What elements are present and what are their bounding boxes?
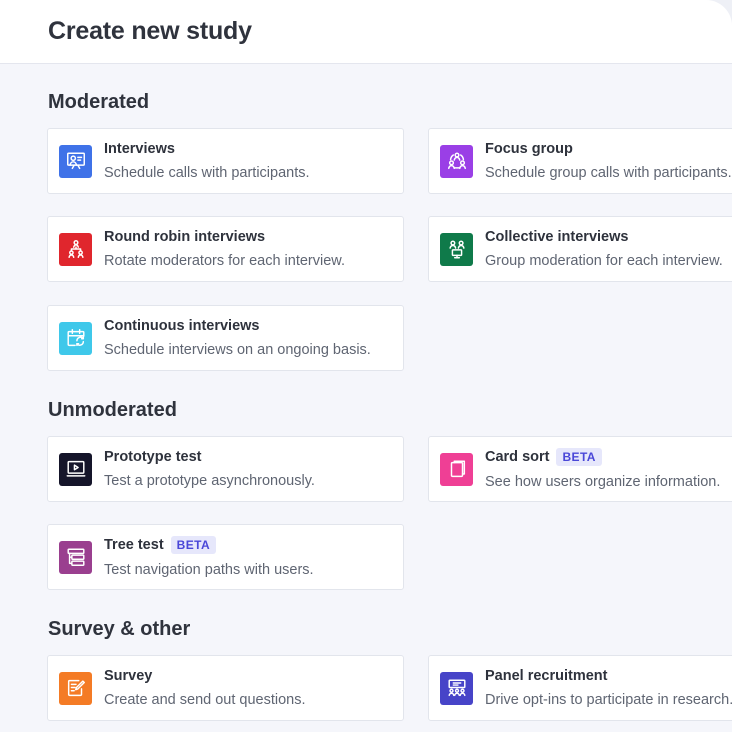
- page-header: Create new study: [0, 0, 732, 64]
- beta-badge: BETA: [170, 536, 217, 554]
- cards-icon: [440, 452, 473, 486]
- users-monitor-icon: [440, 232, 473, 266]
- edit-form-icon: [59, 671, 92, 705]
- beta-badge: BETA: [556, 448, 602, 466]
- study-card-panel-recruitment[interactable]: Panel recruitment Drive opt-ins to parti…: [428, 655, 732, 721]
- card-description: Rotate moderators for each interview.: [104, 253, 345, 269]
- presentation-user-icon: [59, 144, 92, 178]
- card-description: See how users organize information.: [485, 474, 721, 490]
- study-card-survey[interactable]: Survey Create and send out questions.: [47, 655, 404, 721]
- card-title: Prototype test: [104, 449, 202, 465]
- card-description: Schedule calls with participants.: [104, 165, 310, 181]
- card-description: Group moderation for each interview.: [485, 253, 723, 269]
- tree-list-icon: [59, 540, 92, 574]
- card-title: Panel recruitment: [485, 668, 608, 684]
- group-circle-icon: [440, 144, 473, 178]
- card-title: Survey: [104, 668, 153, 684]
- study-card-tree-test[interactable]: Tree test BETA Test navigation paths wit…: [47, 524, 404, 590]
- card-description: Drive opt-ins to participate in research…: [485, 692, 732, 708]
- card-description: Test navigation paths with users.: [104, 562, 314, 578]
- study-card-collective-interviews[interactable]: Collective interviews Group moderation f…: [428, 216, 732, 282]
- card-title: Focus group: [485, 141, 573, 157]
- card-title-text: Tree test: [104, 537, 164, 553]
- study-card-round-robin-interviews[interactable]: Round robin interviews Rotate moderators…: [47, 216, 404, 282]
- play-screen-icon: [59, 452, 92, 486]
- card-description: Schedule interviews on an ongoing basis.: [104, 342, 371, 358]
- card-description: Schedule group calls with participants.: [485, 165, 732, 181]
- card-description: Create and send out questions.: [104, 692, 306, 708]
- study-card-prototype-test[interactable]: Prototype test Test a prototype asynchro…: [47, 436, 404, 502]
- study-card-card-sort[interactable]: Card sort BETA See how users organize in…: [428, 436, 732, 502]
- calendar-refresh-icon: [59, 321, 92, 355]
- study-card-continuous-interviews[interactable]: Continuous interviews Schedule interview…: [47, 305, 404, 371]
- section-title-unmoderated: Unmoderated: [48, 399, 177, 421]
- group-board-icon: [440, 671, 473, 705]
- card-title-text: Card sort: [485, 449, 550, 465]
- card-title: Interviews: [104, 141, 175, 157]
- hierarchy-users-icon: [59, 232, 92, 266]
- card-title: Collective interviews: [485, 229, 629, 245]
- card-title: Round robin interviews: [104, 229, 266, 245]
- section-title-survey-other: Survey & other: [48, 618, 191, 640]
- card-title: Tree test BETA: [104, 536, 314, 554]
- study-card-interviews[interactable]: Interviews Schedule calls with participa…: [47, 128, 404, 194]
- create-study-window: Create new study Moderated Interviews Sc…: [0, 0, 732, 732]
- study-card-focus-group[interactable]: Focus group Schedule group calls with pa…: [428, 128, 732, 194]
- card-title: Card sort BETA: [485, 448, 720, 466]
- card-description: Test a prototype asynchronously.: [104, 473, 315, 489]
- page-title: Create new study: [48, 17, 252, 45]
- card-title: Continuous interviews: [104, 318, 260, 334]
- section-title-moderated: Moderated: [48, 91, 150, 113]
